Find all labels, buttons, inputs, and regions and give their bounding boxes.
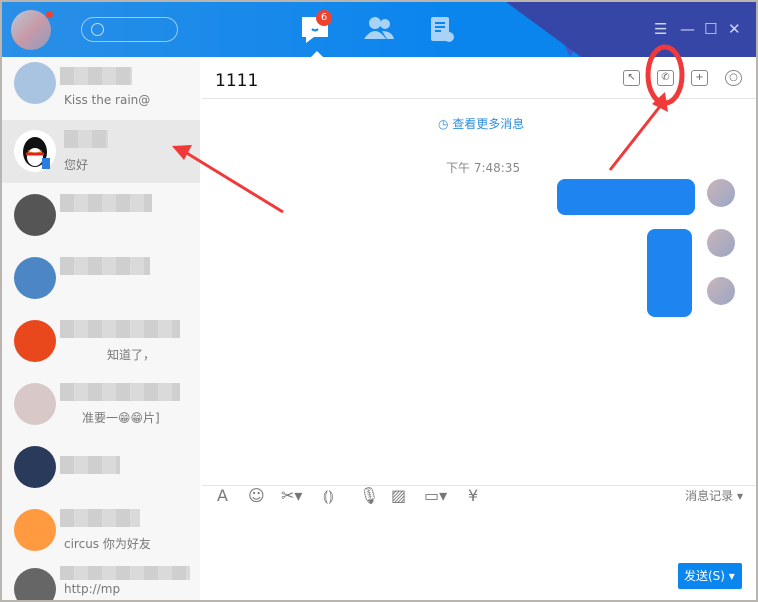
list-item[interactable]: circus 你为好友	[2, 499, 200, 562]
close-button[interactable]: ✕	[728, 20, 741, 38]
my-avatar	[707, 229, 735, 257]
view-more-messages-link[interactable]: ◷ 查看更多消息	[438, 115, 524, 132]
list-item[interactable]	[2, 436, 200, 499]
list-item-selected[interactable]: 您好	[2, 120, 200, 183]
maximize-button[interactable]: ☐	[704, 20, 717, 38]
add-member-icon[interactable]: +	[691, 70, 708, 86]
chat-panel: 1111 ↖ ✆ + ○ ◷ 查看更多消息 下午 7:48:35 A ☺ ✂▾ …	[202, 57, 756, 600]
contacts-icon	[364, 17, 394, 39]
screenshot-scissors-icon[interactable]: ✂▾	[281, 486, 302, 505]
list-item[interactable]	[2, 247, 200, 310]
folder-icon[interactable]: ▭▾	[424, 486, 447, 505]
document-icon	[431, 17, 454, 42]
my-avatar	[707, 277, 735, 305]
contacts-tab[interactable]	[364, 15, 396, 45]
list-item[interactable]: http://mp	[2, 562, 200, 600]
message-bubble[interactable]	[557, 179, 695, 215]
qq-window: 6 ☰ — ☐ ✕ Kiss the rain@ 您好 知道了， 准要一😁😁片]…	[2, 2, 756, 600]
settings-icon[interactable]: ○	[725, 70, 742, 86]
unread-badge: 6	[316, 10, 332, 26]
red-packet-icon[interactable]: ¥	[468, 486, 478, 505]
menu-icon[interactable]: ☰	[654, 20, 667, 38]
emoji-icon[interactable]: ☺	[248, 486, 265, 505]
status-dot	[46, 11, 53, 18]
screen-share-icon[interactable]: ↖	[623, 70, 640, 86]
files-tab[interactable]	[429, 15, 461, 45]
message-timestamp: 下午 7:48:35	[446, 161, 521, 175]
conversation-list: Kiss the rain@ 您好 知道了， 准要一😁😁片] circus 你为…	[2, 57, 200, 600]
font-icon[interactable]: A	[217, 486, 228, 505]
message-history-button[interactable]: 消息记录 ▾	[685, 487, 743, 504]
list-item[interactable]	[2, 184, 200, 247]
chat-title: 1111	[215, 71, 259, 91]
my-avatar	[707, 179, 735, 207]
send-button[interactable]: 发送(S) ▾	[678, 563, 742, 589]
list-item[interactable]: 知道了，	[2, 310, 200, 373]
microphone-icon[interactable]: 🎙	[359, 486, 379, 505]
minimize-button[interactable]: —	[680, 20, 695, 38]
user-avatar[interactable]	[11, 10, 51, 50]
voice-call-icon[interactable]: ✆	[657, 70, 674, 86]
qq-penguin-avatar	[14, 130, 56, 172]
list-item[interactable]: Kiss the rain@	[2, 57, 200, 120]
search-icon	[91, 23, 104, 36]
list-item[interactable]: 准要一😁😁片]	[2, 373, 200, 436]
search-input[interactable]	[81, 17, 178, 42]
message-bubble[interactable]	[647, 229, 692, 317]
speaker-icon	[14, 509, 56, 551]
header-bar: 6 ☰ — ☐ ✕	[2, 2, 756, 57]
link-preview: http://mp	[64, 582, 121, 596]
shake-icon[interactable]: ⦅⦆	[323, 486, 334, 506]
image-icon[interactable]: ▨	[391, 486, 406, 505]
